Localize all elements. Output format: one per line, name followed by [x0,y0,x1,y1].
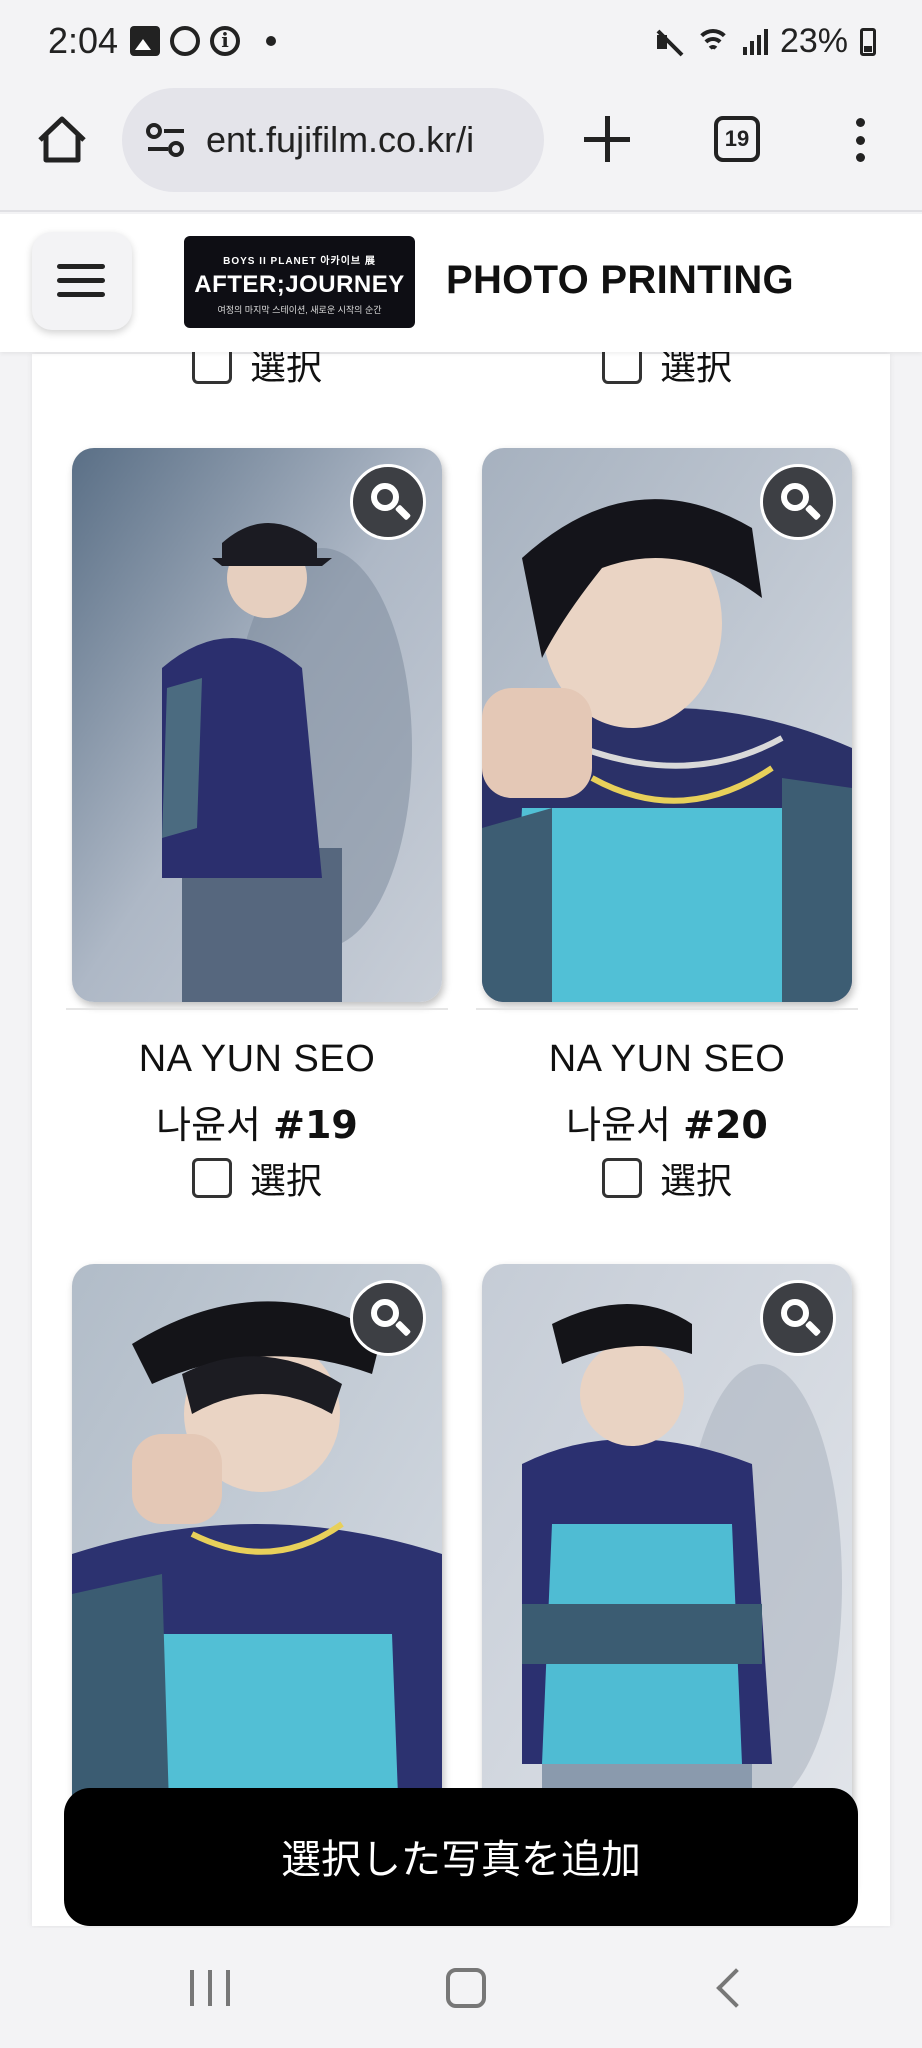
select-checkbox[interactable] [192,1158,232,1198]
browser-toolbar: ent.fujifilm.co.kr/i 19 [0,88,922,212]
after-journey-logo[interactable]: BOYS II PLANET 아카이브 展 AFTER;JOURNEY 여정의 … [184,236,415,328]
system-indicators: 23% [655,22,876,61]
photo-grid: 選択 選択 NA YUN SEO 나윤서 #19 選択 NA YUN SEO 나… [32,344,890,1926]
member-korean-name: 나윤서 [566,1103,672,1147]
logo-top-text: BOYS II PLANET 아카이브 展 [223,256,376,267]
zoom-icon[interactable] [760,1280,836,1356]
site-header: BOYS II PLANET 아카이브 展 AFTER;JOURNEY 여정의 … [0,214,922,352]
gallery-icon [130,26,160,56]
select-checkbox[interactable] [602,1158,642,1198]
photo-card-20[interactable] [482,448,852,1002]
select-label: 選択 [250,1161,323,1202]
mute-icon [655,27,683,57]
new-tab-icon[interactable] [584,116,630,162]
status-time: 2:04 [48,20,119,61]
browser-menu-icon[interactable] [854,118,866,162]
back-icon[interactable] [716,1968,756,2008]
url-text: ent.fujifilm.co.kr/i [206,119,475,160]
app-notification-icon [170,26,200,56]
battery-percent: 23% [779,22,848,60]
hamburger-menu-icon[interactable] [32,232,132,330]
card-divider [66,1008,448,1010]
photo-number: #20 [683,1103,768,1147]
photo-number: #19 [273,1103,358,1147]
member-number: 나윤서 #20 [482,1094,852,1149]
more-notifications-dot-icon [266,36,276,46]
photo-card-19[interactable] [72,448,442,1002]
member-name: NA YUN SEO [138,1038,376,1080]
zoom-icon[interactable] [350,1280,426,1356]
tab-switcher-button[interactable]: 19 [714,116,760,162]
system-nav-bar [0,1928,922,2048]
zoom-icon[interactable] [760,464,836,540]
select-19[interactable]: 選択 [192,1152,322,1204]
select-label: 選択 [660,1161,733,1202]
logo-main-text: AFTER;JOURNEY [194,271,405,298]
logo-sub-text: 여정의 마지막 스테이션, 새로운 시작의 순간 [217,305,382,315]
zoom-icon[interactable] [350,464,426,540]
status-bar: 2:04 23% [0,0,922,88]
page-title: PHOTO PRINTING [446,258,794,302]
select-20[interactable]: 選択 [602,1152,732,1204]
member-korean-name: 나윤서 [156,1103,262,1147]
wifi-icon [694,27,731,57]
recent-apps-icon[interactable] [190,1970,230,2006]
member-name: NA YUN SEO [548,1038,786,1080]
home-icon[interactable] [36,114,88,166]
site-settings-icon[interactable] [144,120,188,160]
address-bar[interactable]: ent.fujifilm.co.kr/i [122,88,544,192]
home-button-icon[interactable] [446,1968,486,2008]
signal-icon [742,28,768,55]
info-icon [210,26,240,56]
add-selected-photos-button[interactable]: 選択した写真を追加 [64,1788,858,1926]
card-divider [476,1008,858,1010]
battery-icon [860,27,876,56]
notification-icons [130,26,276,56]
member-number: 나윤서 #19 [72,1094,442,1149]
